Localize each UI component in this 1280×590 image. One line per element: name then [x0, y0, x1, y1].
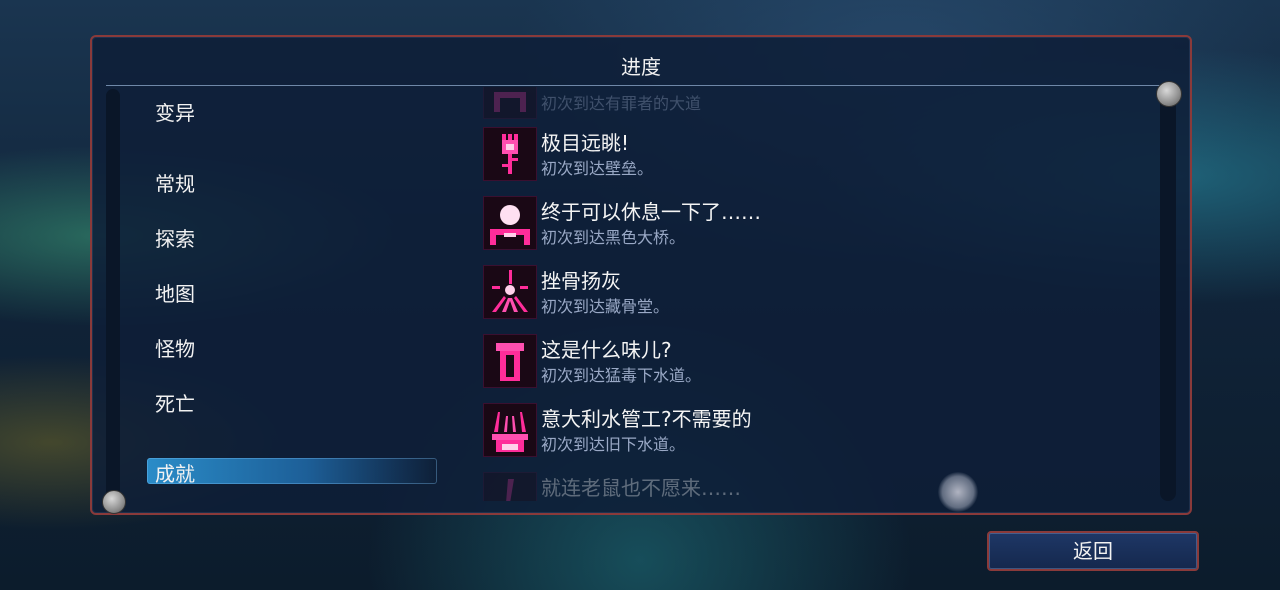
achievement-item[interactable]: 就连老鼠也不愿来…… — [480, 470, 1140, 501]
panel-title: 进度 — [621, 55, 661, 79]
bridge-icon — [483, 196, 537, 250]
achievement-item[interactable]: 极目远眺! 初次到达壁垒。 — [480, 125, 1140, 183]
achievement-scrollbar[interactable] — [1160, 89, 1176, 501]
achievement-desc: 初次到达旧下水道。 — [541, 435, 686, 454]
achievement-name: 这是什么味儿? — [541, 338, 672, 362]
gate-icon — [483, 87, 537, 119]
category-monsters[interactable]: 怪物 — [155, 333, 195, 362]
achievement-item[interactable]: 挫骨扬灰 初次到达藏骨堂。 — [480, 263, 1140, 321]
progress-panel: 进度 变异 常规 探索 地图 怪物 死亡 成就 初次到达有罪者的大道 极目远眺!… — [90, 35, 1192, 515]
rat-icon — [483, 472, 537, 501]
category-achievements[interactable]: 成就 — [155, 458, 195, 487]
achievement-name: 挫骨扬灰 — [541, 269, 621, 293]
achievement-desc: 初次到达猛毒下水道。 — [541, 366, 702, 385]
old-sewer-icon — [483, 403, 537, 457]
achievement-item[interactable]: 这是什么味儿? 初次到达猛毒下水道。 — [480, 332, 1140, 390]
tower-icon — [483, 127, 537, 181]
title-divider — [106, 85, 1166, 86]
category-map[interactable]: 地图 — [155, 278, 195, 307]
achievement-desc: 初次到达壁垒。 — [541, 159, 654, 178]
category-scroll-knob[interactable] — [102, 490, 126, 514]
sewer-pipe-icon — [483, 334, 537, 388]
achievement-name: 意大利水管工?不需要的 — [541, 407, 752, 431]
achievement-item[interactable]: 初次到达有罪者的大道 — [480, 87, 1140, 121]
ossuary-icon — [483, 265, 537, 319]
achievement-item[interactable]: 终于可以休息一下了…… 初次到达黑色大桥。 — [480, 194, 1140, 252]
achievement-list: 初次到达有罪者的大道 极目远眺! 初次到达壁垒。 终于可以休息一下了…… 初次到… — [480, 87, 1150, 501]
touch-cursor — [938, 472, 978, 512]
category-deaths[interactable]: 死亡 — [155, 388, 195, 417]
category-general[interactable]: 常规 — [155, 168, 195, 197]
achievement-name: 就连老鼠也不愿来…… — [541, 476, 741, 500]
category-exploration[interactable]: 探索 — [155, 223, 195, 252]
achievement-item[interactable]: 意大利水管工?不需要的 初次到达旧下水道。 — [480, 401, 1140, 459]
achievement-desc: 初次到达藏骨堂。 — [541, 297, 670, 316]
achievement-name: 终于可以休息一下了…… — [541, 200, 761, 224]
back-button[interactable]: 返回 — [987, 531, 1199, 571]
achievement-scroll-knob[interactable] — [1156, 81, 1182, 107]
achievement-name: 极目远眺! — [541, 131, 630, 155]
category-mutations[interactable]: 变异 — [155, 97, 195, 126]
achievement-desc: 初次到达有罪者的大道 — [541, 94, 702, 113]
achievement-desc: 初次到达黑色大桥。 — [541, 228, 686, 247]
category-scrollbar[interactable] — [106, 89, 120, 501]
